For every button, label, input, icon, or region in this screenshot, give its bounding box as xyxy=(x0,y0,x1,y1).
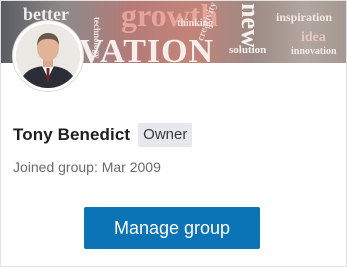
owner-name[interactable]: Tony Benedict xyxy=(13,125,130,145)
banner-word: inspiration xyxy=(276,10,333,24)
banner-word: innovation xyxy=(291,46,337,57)
owner-badge: Owner xyxy=(138,123,193,147)
banner-word: new xyxy=(236,3,265,48)
banner-word: thinking xyxy=(177,18,214,29)
manage-group-button[interactable]: Manage group xyxy=(84,207,260,249)
person-photo xyxy=(16,24,80,88)
banner-word: solution xyxy=(229,44,267,56)
group-owner-card: better growth new VATION creativity insp… xyxy=(0,0,347,267)
banner-word: idea xyxy=(301,30,326,45)
banner-word: technology xyxy=(92,17,102,59)
joined-date: Joined group: Mar 2009 xyxy=(13,159,161,175)
owner-name-row: Tony Benedict Owner xyxy=(13,122,193,148)
avatar[interactable] xyxy=(13,21,83,91)
